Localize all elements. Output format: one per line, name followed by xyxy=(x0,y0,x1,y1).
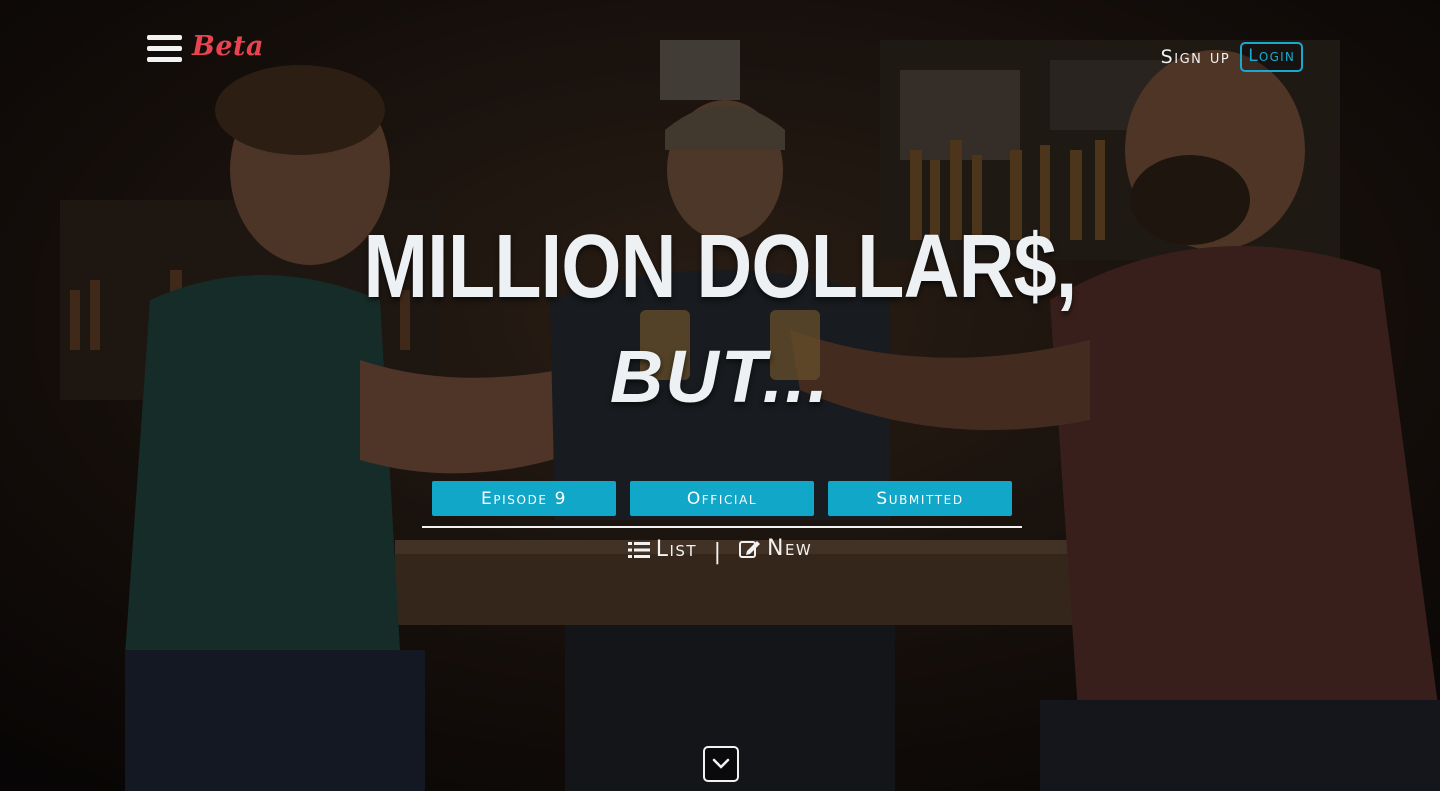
chevron-down-icon xyxy=(712,758,730,769)
menu-bar-bottom xyxy=(147,57,182,62)
new-link[interactable]: New xyxy=(739,536,812,561)
action-separator: | xyxy=(713,539,723,565)
login-button[interactable]: Login xyxy=(1240,42,1303,72)
list-icon xyxy=(627,541,650,558)
submitted-button[interactable]: Submitted xyxy=(828,481,1012,516)
episode-button[interactable]: Episode 9 xyxy=(432,481,616,516)
hero-subtitle: BUT... xyxy=(609,335,831,418)
list-label: List xyxy=(655,537,698,562)
list-link[interactable]: List xyxy=(627,537,698,562)
scroll-down-button[interactable] xyxy=(703,746,739,782)
hero-title: MILLION DOLLAR$, xyxy=(363,217,1078,317)
signup-link[interactable]: Sign up xyxy=(1161,46,1231,68)
list-new-actions: List | New xyxy=(0,536,1440,565)
menu-bar-middle xyxy=(147,46,182,51)
episode-button-group: Episode 9 Official Submitted xyxy=(432,481,1012,516)
divider xyxy=(422,526,1022,528)
beta-label: Beta xyxy=(192,31,264,62)
auth-nav: Sign up Login xyxy=(1161,42,1303,72)
hamburger-menu-icon[interactable] xyxy=(147,34,182,64)
new-label: New xyxy=(767,536,813,561)
edit-icon xyxy=(739,540,760,558)
official-button[interactable]: Official xyxy=(630,481,814,516)
menu-bar-top xyxy=(147,35,182,40)
